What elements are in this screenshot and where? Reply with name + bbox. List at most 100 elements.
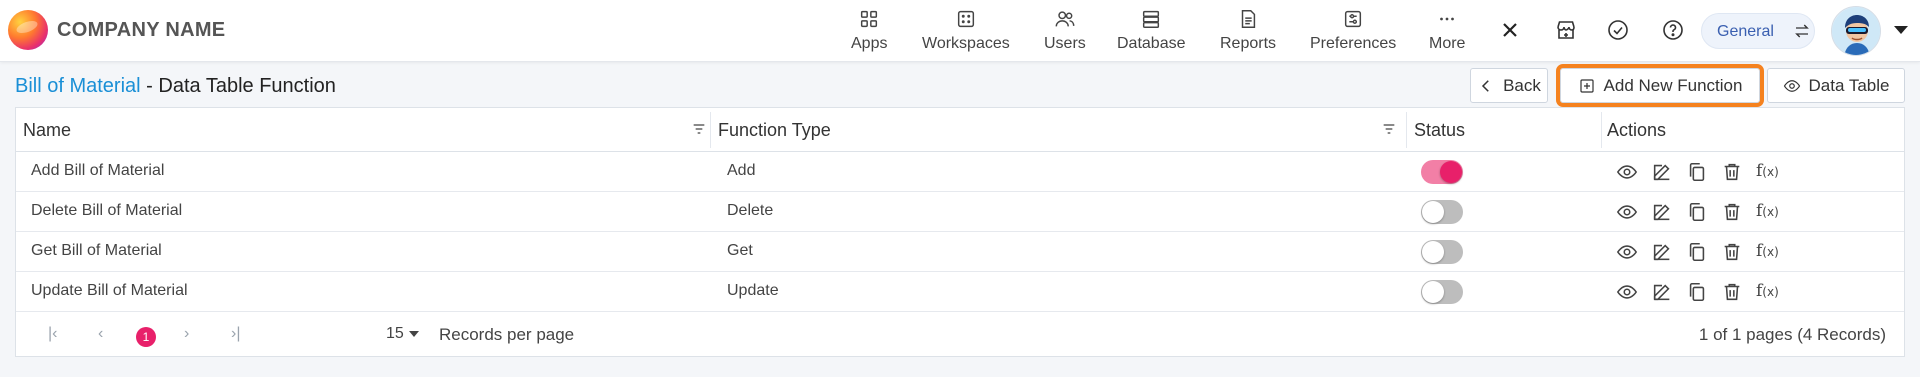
delete-icon[interactable] xyxy=(1721,201,1743,223)
cell-name: Delete Bill of Material xyxy=(31,202,183,219)
chevron-down-icon[interactable] xyxy=(1894,26,1908,34)
nav-workspaces[interactable]: Workspaces xyxy=(922,8,1010,53)
first-page-icon[interactable]: |‹ xyxy=(48,325,57,343)
nav-preferences-label: Preferences xyxy=(1310,35,1397,52)
table-row: Get Bill of Material Get f(x) xyxy=(16,232,1904,272)
cell-function-type: Add xyxy=(727,162,756,179)
cell-function-type: Update xyxy=(727,282,779,299)
page-size-value: 15 xyxy=(386,325,404,342)
column-header-name[interactable]: Name xyxy=(23,120,71,141)
fx-sub-label: (x) xyxy=(1762,245,1779,259)
table-header: Name Function Type Status Actions xyxy=(16,108,1904,152)
eye-icon xyxy=(1783,79,1800,92)
filter-icon[interactable] xyxy=(1381,121,1397,137)
function-icon[interactable]: f(x) xyxy=(1756,281,1779,301)
edit-icon[interactable] xyxy=(1651,161,1673,183)
function-icon[interactable]: f(x) xyxy=(1756,201,1779,221)
column-header-function-type[interactable]: Function Type xyxy=(718,120,831,141)
chevron-left-icon xyxy=(1482,79,1489,92)
breadcrumb[interactable]: Bill of Material xyxy=(15,75,141,97)
nav-users-label: Users xyxy=(1044,35,1086,52)
nav-apps-label: Apps xyxy=(851,35,888,52)
copy-icon[interactable] xyxy=(1686,161,1708,183)
status-toggle[interactable] xyxy=(1421,160,1463,184)
user-avatar[interactable] xyxy=(1831,6,1881,56)
database-icon xyxy=(1117,8,1186,32)
status-toggle[interactable] xyxy=(1421,240,1463,264)
filter-icon[interactable] xyxy=(691,121,707,137)
add-square-icon xyxy=(1579,78,1594,93)
company-logo[interactable] xyxy=(8,10,48,50)
pagination-bar: |‹ ‹ 1 › ›| 15 Records per page 1 of 1 p… xyxy=(16,312,1904,357)
functions-table: Name Function Type Status Actions Add Bi… xyxy=(15,107,1905,357)
edit-icon[interactable] xyxy=(1651,201,1673,223)
delete-icon[interactable] xyxy=(1721,161,1743,183)
delete-icon[interactable] xyxy=(1721,241,1743,263)
copy-icon[interactable] xyxy=(1686,241,1708,263)
cell-function-type: Delete xyxy=(727,202,774,219)
more-dots-icon xyxy=(1429,8,1465,32)
cell-name: Update Bill of Material xyxy=(31,282,188,299)
workspace-switcher-label: General xyxy=(1717,23,1774,40)
fx-sub-label: (x) xyxy=(1762,165,1779,179)
check-circle-icon[interactable] xyxy=(1605,17,1631,43)
preferences-icon xyxy=(1310,8,1396,32)
users-icon xyxy=(1044,8,1086,32)
fx-sub-label: (x) xyxy=(1762,205,1779,219)
nav-reports[interactable]: Reports xyxy=(1220,8,1276,53)
page-title-text: Data Table Function xyxy=(158,75,336,97)
nav-more[interactable]: More xyxy=(1429,8,1465,53)
delete-icon[interactable] xyxy=(1721,281,1743,303)
reports-icon xyxy=(1220,8,1276,32)
copy-icon[interactable] xyxy=(1686,281,1708,303)
view-icon[interactable] xyxy=(1616,241,1638,263)
table-row: Delete Bill of Material Delete f(x) xyxy=(16,192,1904,232)
page-size-select[interactable]: 15 xyxy=(386,325,419,343)
column-divider xyxy=(1601,112,1602,148)
workspace-switcher[interactable]: General xyxy=(1701,13,1815,49)
data-table-button-label: Data Table xyxy=(1808,75,1890,95)
nav-apps[interactable]: Apps xyxy=(851,8,887,53)
edit-icon[interactable] xyxy=(1651,241,1673,263)
column-header-status[interactable]: Status xyxy=(1414,120,1465,141)
nav-database[interactable]: Database xyxy=(1117,8,1186,53)
current-page-indicator[interactable]: 1 xyxy=(136,327,156,347)
nav-users[interactable]: Users xyxy=(1044,8,1086,53)
column-header-actions: Actions xyxy=(1607,120,1667,140)
pagination-summary: 1 of 1 pages (4 Records) xyxy=(1698,325,1886,344)
cell-name: Add Bill of Material xyxy=(31,162,165,179)
apps-grid-icon xyxy=(851,8,887,32)
cell-function-type: Get xyxy=(727,242,753,259)
view-icon[interactable] xyxy=(1616,161,1638,183)
view-icon[interactable] xyxy=(1616,281,1638,303)
data-table-button[interactable]: Data Table xyxy=(1767,68,1905,103)
fx-sub-label: (x) xyxy=(1762,285,1779,299)
copy-icon[interactable] xyxy=(1686,201,1708,223)
close-icon[interactable] xyxy=(1497,17,1523,43)
column-divider xyxy=(1406,112,1407,148)
store-icon[interactable] xyxy=(1553,17,1579,43)
back-button-label: Back xyxy=(1503,75,1541,95)
records-per-page-label: Records per page xyxy=(439,325,575,344)
back-button[interactable]: Back xyxy=(1470,68,1548,103)
status-toggle[interactable] xyxy=(1421,200,1463,224)
next-page-icon[interactable]: › xyxy=(184,325,189,343)
status-toggle[interactable] xyxy=(1421,280,1463,304)
help-icon[interactable] xyxy=(1660,17,1686,43)
last-page-icon[interactable]: ›| xyxy=(231,325,240,343)
toggle-knob xyxy=(1440,161,1462,183)
function-icon[interactable]: f(x) xyxy=(1756,161,1779,181)
function-icon[interactable]: f(x) xyxy=(1756,241,1779,261)
nav-reports-label: Reports xyxy=(1220,35,1277,52)
workspaces-icon xyxy=(922,8,1010,32)
add-new-function-button[interactable]: Add New Function xyxy=(1556,64,1764,107)
toggle-knob xyxy=(1422,241,1444,263)
view-icon[interactable] xyxy=(1616,201,1638,223)
nav-preferences[interactable]: Preferences xyxy=(1310,8,1396,53)
table-row: Add Bill of Material Add f(x) xyxy=(16,152,1904,192)
page-title: Bill of Material - Data Table Function xyxy=(15,75,336,98)
previous-page-icon[interactable]: ‹ xyxy=(98,325,103,343)
edit-icon[interactable] xyxy=(1651,281,1673,303)
column-divider xyxy=(710,112,711,148)
swap-arrows-icon xyxy=(1792,22,1812,45)
